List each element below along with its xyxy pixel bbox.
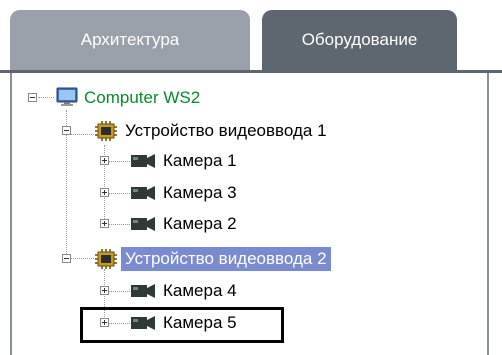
expand-toggle-camera-1[interactable] (100, 156, 109, 165)
tree-node-device-1[interactable]: Устройство видеоввода 1 (121, 119, 331, 143)
collapse-toggle-device-1[interactable] (62, 126, 71, 135)
tree-node-camera-1[interactable]: Камера 1 (159, 149, 241, 173)
tab-equipment-label: Оборудование (301, 30, 418, 49)
tree-node-camera-3[interactable]: Камера 3 (159, 181, 241, 205)
camera-icon (130, 185, 156, 206)
highlight-frame (80, 307, 284, 343)
camera-4-label: Камера 4 (163, 281, 237, 300)
expand-toggle-camera-3[interactable] (100, 188, 109, 197)
camera-icon (130, 283, 156, 304)
camera-2-label: Камера 2 (163, 214, 237, 233)
capture-board-icon (94, 120, 118, 147)
camera-1-label: Камера 1 (163, 151, 237, 170)
expand-toggle-camera-2[interactable] (100, 219, 109, 228)
capture-board-icon (94, 248, 118, 275)
tab-bar: Архитектура Оборудование (0, 0, 502, 73)
collapse-toggle-computer[interactable] (28, 93, 37, 102)
tree-node-camera-4[interactable]: Камера 4 (159, 279, 241, 303)
tab-architecture-label: Архитектура (80, 30, 180, 49)
tree-node-device-2[interactable]: Устройство видеоввода 2 (121, 247, 331, 271)
device-1-label: Устройство видеоввода 1 (125, 121, 327, 140)
collapse-toggle-device-2[interactable] (62, 254, 71, 263)
camera-icon (130, 153, 156, 174)
tree-node-computer[interactable]: Computer WS2 (80, 86, 204, 110)
camera-3-label: Камера 3 (163, 183, 237, 202)
tree-node-camera-2[interactable]: Камера 2 (159, 212, 241, 236)
tab-architecture[interactable]: Архитектура (10, 10, 250, 70)
expand-toggle-camera-4[interactable] (100, 286, 109, 295)
camera-icon (130, 216, 156, 237)
device-2-label: Устройство видеоввода 2 (121, 247, 331, 271)
computer-icon (56, 87, 78, 112)
tab-equipment[interactable]: Оборудование (262, 10, 457, 70)
tree-connector (38, 97, 54, 98)
computer-node-label: Computer WS2 (84, 88, 201, 107)
